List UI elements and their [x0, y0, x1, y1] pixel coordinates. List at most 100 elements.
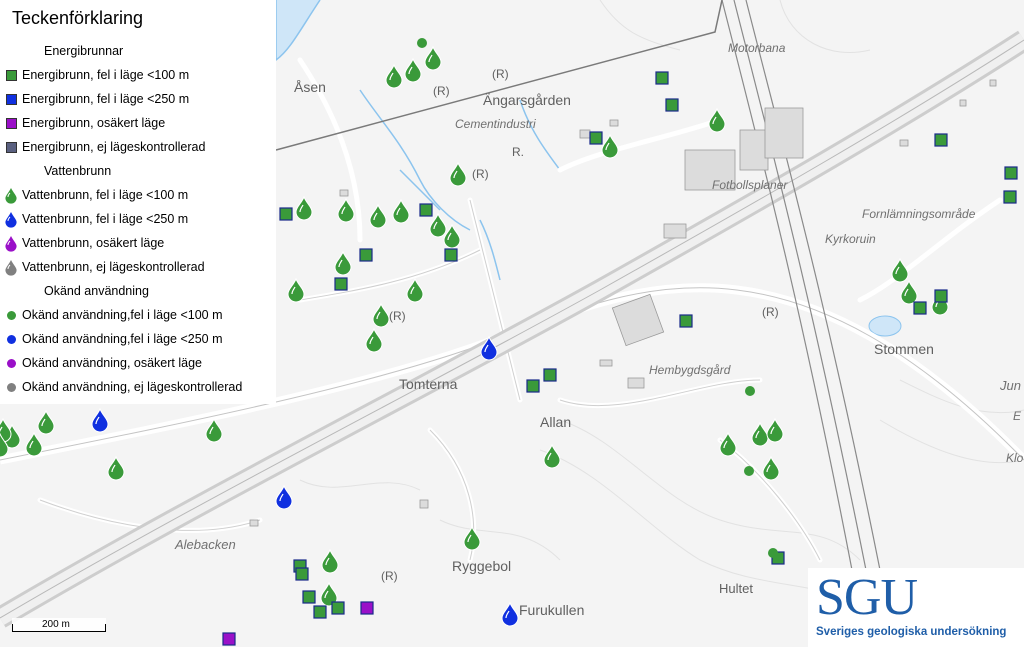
legend-item: Energibrunn, osäkert läge	[5, 111, 276, 135]
energy-well-green-icon[interactable]	[279, 207, 293, 221]
legend-item: Energibrunn, fel i läge <250 m	[5, 87, 276, 111]
energy-well-purple-icon[interactable]	[360, 601, 374, 615]
water-drop-icon	[2, 234, 20, 252]
water-drop-icon	[2, 186, 20, 204]
legend-item-label: Vattenbrunn, ej lägeskontrollerad	[22, 260, 205, 274]
energy-well-green-icon[interactable]	[679, 314, 693, 328]
sgu-logo-mark: SGU	[816, 569, 918, 626]
energy-well-green-icon[interactable]	[655, 71, 669, 85]
label-cementindustri: Cementindustri	[455, 117, 536, 131]
legend-item-label: Vattenbrunn, fel i läge <250 m	[22, 212, 189, 226]
dot-symbol-icon	[2, 382, 20, 392]
legend-item: Vattenbrunn, fel i läge <100 m	[4, 183, 276, 207]
label-furukullen: Furukullen	[519, 602, 584, 618]
legend-item: Okänd användning,fel i läge <100 m	[6, 303, 276, 327]
legend-item: Okänd användning, osäkert läge	[6, 351, 276, 375]
legend-vatten-items: Vattenbrunn, fel i läge <100 m Vattenbrun…	[4, 183, 276, 279]
label-fornlamning: Fornlämningsområde	[862, 207, 976, 221]
label-r-plain: R.	[512, 145, 524, 159]
label-r: (R)	[472, 167, 489, 181]
legend-item-label: Energibrunn, fel i läge <100 m	[22, 68, 190, 82]
label-motorbana: Motorbana	[728, 41, 786, 55]
label-stommen: Stommen	[874, 341, 934, 357]
energy-well-green-icon[interactable]	[526, 379, 540, 393]
legend-item: Okänd användning, ej lägeskontrollerad	[6, 375, 276, 399]
dot-symbol-icon	[2, 358, 20, 368]
label-r: (R)	[762, 305, 779, 319]
label-ryggebol: Ryggebol	[452, 558, 511, 574]
square-symbol-icon	[2, 117, 20, 129]
label-angarsgarden: Ängarsgården	[483, 92, 571, 108]
legend-item-label: Okänd användning, osäkert läge	[22, 356, 202, 370]
energy-well-green-icon[interactable]	[543, 368, 557, 382]
label-jun: Jun	[999, 378, 1021, 393]
square-symbol-icon	[2, 141, 20, 153]
energy-well-green-icon[interactable]	[331, 601, 345, 615]
legend-item-label: Okänd användning,fel i läge <100 m	[22, 308, 223, 322]
legend-item-label: Vattenbrunn, osäkert läge	[22, 236, 165, 250]
legend-item-label: Okänd användning,fel i läge <250 m	[22, 332, 223, 346]
label-hembygdsgard: Hembygdsgård	[649, 363, 731, 377]
label-klo: Klo	[1006, 451, 1024, 465]
energy-well-green-icon[interactable]	[313, 605, 327, 619]
legend-okand-items: Okänd användning,fel i läge <100 m Okänd …	[6, 303, 276, 399]
legend-item: Energibrunn, fel i läge <100 m	[5, 63, 276, 87]
legend-item-label: Energibrunn, ej lägeskontrollerad	[22, 140, 206, 154]
energy-well-green-icon[interactable]	[359, 248, 373, 262]
label-alebacken: Alebacken	[174, 537, 236, 552]
label-r: (R)	[389, 309, 406, 323]
legend-group-okand: Okänd användning	[44, 284, 149, 298]
energy-well-green-icon[interactable]	[302, 590, 316, 604]
unknown-well-green-icon[interactable]	[417, 38, 427, 48]
unknown-well-green-icon[interactable]	[745, 386, 755, 396]
legend-item: Energibrunn, ej lägeskontrollerad	[5, 135, 276, 159]
water-drop-icon	[2, 258, 20, 276]
unknown-well-green-icon[interactable]	[768, 548, 778, 558]
energy-well-green-icon[interactable]	[589, 131, 603, 145]
energy-well-green-icon[interactable]	[444, 248, 458, 262]
label-r: (R)	[433, 84, 450, 98]
energy-well-green-icon[interactable]	[295, 567, 309, 581]
energy-well-green-icon[interactable]	[334, 277, 348, 291]
legend-title: Teckenförklaring	[12, 8, 144, 28]
legend-item: Vattenbrunn, fel i läge <250 m	[4, 207, 276, 231]
energy-well-green-icon[interactable]	[1004, 166, 1018, 180]
label-r: (R)	[492, 67, 509, 81]
scale-bar-label: 200 m	[42, 619, 70, 630]
energy-well-purple-icon[interactable]	[222, 632, 236, 646]
label-fotbollsplaner: Fotbollsplaner	[712, 178, 788, 192]
label-e: E	[1013, 409, 1022, 423]
legend-item-label: Energibrunn, fel i läge <250 m	[22, 92, 190, 106]
legend-item-label: Okänd användning, ej lägeskontrollerad	[22, 380, 243, 394]
legend-item-label: Energibrunn, osäkert läge	[22, 116, 166, 130]
dot-symbol-icon	[2, 334, 20, 344]
sgu-logo-subtitle: Sveriges geologiska undersökning	[816, 626, 1007, 638]
label-asen: Åsen	[294, 79, 326, 95]
scale-bar: 200 m	[12, 618, 106, 632]
legend-item: Vattenbrunn, ej lägeskontrollerad	[4, 255, 276, 279]
legend-group-vatten: Vattenbrunn	[44, 164, 112, 178]
legend-group-energi: Energibrunnar	[44, 44, 124, 58]
legend-item-label: Vattenbrunn, fel i läge <100 m	[22, 188, 189, 202]
square-symbol-icon	[2, 93, 20, 105]
dot-symbol-icon	[2, 310, 20, 320]
energy-well-green-icon[interactable]	[934, 289, 948, 303]
square-symbol-icon	[2, 69, 20, 81]
energy-well-green-icon[interactable]	[665, 98, 679, 112]
label-hultet: Hultet	[719, 581, 753, 596]
energy-well-green-icon[interactable]	[1003, 190, 1017, 204]
legend-panel: Teckenförklaring Energibrunnar Energibru…	[0, 0, 276, 404]
label-tomterna: Tomterna	[399, 376, 458, 392]
label-allan: Allan	[540, 414, 571, 430]
legend-item: Vattenbrunn, osäkert läge	[4, 231, 276, 255]
sgu-logo: SGU Sveriges geologiska undersökning	[808, 568, 1024, 647]
energy-well-green-icon[interactable]	[934, 133, 948, 147]
energy-well-green-icon[interactable]	[913, 301, 927, 315]
legend-item: Okänd användning,fel i läge <250 m	[6, 327, 276, 351]
label-kyrkoruin: Kyrkoruin	[825, 232, 876, 246]
energy-well-green-icon[interactable]	[419, 203, 433, 217]
unknown-well-green-icon[interactable]	[744, 466, 754, 476]
label-r: (R)	[381, 569, 398, 583]
legend-energi-items: Energibrunn, fel i läge <100 m Energibrun…	[5, 63, 276, 159]
water-drop-icon	[2, 210, 20, 228]
